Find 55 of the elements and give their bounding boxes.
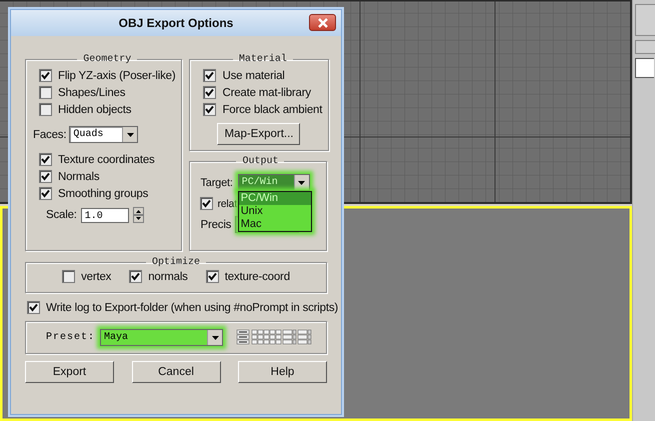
checkbox[interactable] <box>200 197 214 210</box>
target-dropdown[interactable]: PC/Win <box>238 174 310 191</box>
preset-controls-icon <box>236 329 312 346</box>
checkbox[interactable] <box>203 86 216 99</box>
field-label: Preset: <box>46 332 96 343</box>
checkbox-label: Normals <box>58 170 100 182</box>
checkbox-label: Flip YZ-axis (Poser-like) <box>58 70 176 82</box>
checkbox[interactable] <box>203 103 216 116</box>
checkbox-label: vertex <box>81 270 112 282</box>
spinner-icon <box>132 207 144 223</box>
checkbox[interactable] <box>203 69 216 82</box>
field-label: Scale: <box>46 209 77 221</box>
field-label: Faces: <box>33 128 66 140</box>
close-button[interactable] <box>309 14 336 31</box>
scale-field[interactable]: 1.0 <box>80 208 129 222</box>
checkbox[interactable] <box>62 270 76 283</box>
checkbox-label: Use material <box>222 70 285 82</box>
window-title: OBJ Export Options <box>118 16 234 30</box>
map-export-button[interactable]: Map-Export... <box>217 123 300 145</box>
checkbox[interactable] <box>39 86 52 99</box>
checkbox-label: texture-coord <box>224 270 290 282</box>
checkbox-label: Write log to Export-folder (when using #noPrompt in scripts) <box>46 302 338 314</box>
checkbox-label: Shapes/Lines <box>58 86 126 98</box>
checkbox[interactable] <box>39 187 52 200</box>
group-title: Optimize <box>150 257 201 268</box>
checkbox-label: Hidden objects <box>58 104 132 116</box>
field-label: Precis <box>200 218 232 230</box>
checkbox[interactable] <box>39 153 52 166</box>
checkbox-label: Create mat-library <box>222 86 311 98</box>
dropdown-option[interactable]: Unix <box>238 205 311 218</box>
checkbox[interactable] <box>39 103 52 116</box>
checkbox-label: Smoothing groups <box>58 188 148 200</box>
dialog-button[interactable]: Help <box>238 361 327 383</box>
checkbox-label: Force black ambient <box>222 104 322 116</box>
checkbox[interactable] <box>129 270 142 283</box>
dialog-button[interactable]: Cancel <box>132 361 220 383</box>
caret-icon <box>212 336 219 340</box>
panel-field[interactable] <box>635 58 654 78</box>
checkbox[interactable] <box>39 69 52 82</box>
caret-icon <box>126 132 134 136</box>
caret-icon <box>298 180 306 184</box>
dialog-button[interactable]: Export <box>25 361 114 383</box>
faces-dropdown[interactable]: Quads <box>69 126 138 143</box>
preset-dropdown[interactable]: Maya <box>100 329 224 346</box>
checkbox-label: Texture coordinates <box>58 154 155 166</box>
dropdown-option[interactable]: Mac <box>238 218 311 231</box>
field-label: Target: <box>200 176 233 188</box>
checkbox[interactable] <box>39 170 52 183</box>
group-title: Material <box>238 54 288 65</box>
checkbox[interactable] <box>27 301 40 314</box>
checkbox-label: normals <box>148 270 188 282</box>
group-title: Geometry <box>82 54 132 65</box>
group-title: Output <box>241 156 280 167</box>
close-icon <box>316 18 328 28</box>
checkbox[interactable] <box>206 270 219 283</box>
